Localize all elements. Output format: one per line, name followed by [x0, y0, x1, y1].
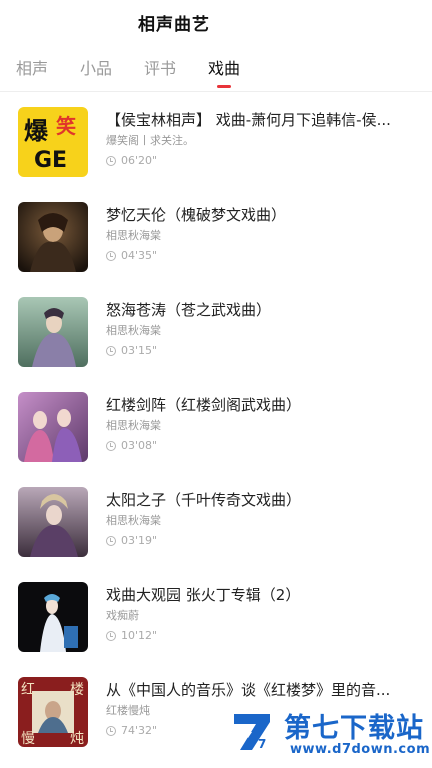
duration-text: 03'15" — [121, 344, 158, 357]
clock-icon — [106, 726, 116, 736]
site-logo-icon: 7 — [234, 714, 270, 751]
item-duration: 03'15" — [106, 344, 414, 358]
item-author: 戏痴蔚 — [106, 609, 139, 622]
item-author: 相思秋海棠 — [106, 514, 161, 527]
item-duration: 04'35" — [106, 249, 414, 263]
cover-text: 红 — [21, 682, 35, 698]
duration-text: 04'35" — [121, 249, 158, 262]
list-item[interactable]: 怒海苍涛（苍之武戏曲） 相思秋海棠 03'15" — [0, 284, 432, 379]
item-author: 相思秋海棠 — [106, 229, 161, 242]
page-title: 相声曲艺 — [138, 14, 210, 35]
watermark: 7 第七下载站 www.d7down.com — [228, 700, 430, 764]
list-item[interactable]: 爆 笑 GE 【侯宝林相声】 戏曲-萧何月下追韩信-侯... 爆笑阁丨求关注。 … — [0, 94, 432, 189]
duration-text: 74'32" — [121, 724, 158, 737]
clock-icon — [106, 441, 116, 451]
cover-text: 炖 — [70, 731, 84, 747]
clock-icon — [106, 251, 116, 261]
tab-xiaopin[interactable]: 小品 — [80, 55, 112, 91]
cover-text: 楼 — [70, 682, 84, 698]
item-title: 戏曲大观园 张火丁专辑（2） — [106, 586, 301, 604]
watermark-name: 第七下载站 — [284, 713, 424, 744]
item-author: 相思秋海棠 — [106, 419, 161, 432]
list-item[interactable]: 梦忆天伦（槐破梦文戏曲） 相思秋海棠 04'35" — [0, 189, 432, 284]
item-duration: 03'08" — [106, 439, 414, 453]
item-title: 红楼剑阵（红楼剑阁武戏曲） — [106, 396, 302, 414]
duration-text: 03'19" — [121, 534, 158, 547]
cover-text: GE — [34, 148, 67, 173]
item-author: 相思秋海棠 — [106, 324, 161, 337]
tab-pingshu[interactable]: 评书 — [144, 55, 176, 91]
duration-text: 06'20" — [121, 154, 158, 167]
album-cover: 红 楼 慢 炖 — [18, 677, 88, 747]
album-cover: 爆 笑 GE — [18, 107, 88, 177]
album-cover — [18, 487, 88, 557]
item-title: 怒海苍涛（苍之武戏曲） — [106, 301, 272, 319]
category-tabs: 相声 小品 评书 戏曲 — [0, 44, 432, 92]
album-cover — [18, 392, 88, 462]
app-header: 相声曲艺 — [0, 0, 432, 44]
logo-letter: 7 — [258, 737, 266, 751]
item-duration: 10'12" — [106, 629, 414, 643]
item-title: 太阳之子（千叶传奇文戏曲） — [106, 491, 302, 509]
item-title: 【侯宝林相声】 戏曲-萧何月下追韩信-侯... — [106, 111, 391, 129]
item-duration: 06'20" — [106, 154, 414, 168]
item-title: 梦忆天伦（槐破梦文戏曲） — [106, 206, 287, 224]
item-duration: 03'19" — [106, 534, 414, 548]
list-item[interactable]: 太阳之子（千叶传奇文戏曲） 相思秋海棠 03'19" — [0, 474, 432, 569]
duration-text: 10'12" — [121, 629, 158, 642]
item-title: 从《中国人的音乐》谈《红楼梦》里的音... — [106, 681, 391, 699]
cover-text: 慢 — [21, 730, 35, 747]
clock-icon — [106, 536, 116, 546]
clock-icon — [106, 346, 116, 356]
audio-list: 爆 笑 GE 【侯宝林相声】 戏曲-萧何月下追韩信-侯... 爆笑阁丨求关注。 … — [0, 92, 432, 759]
duration-text: 03'08" — [121, 439, 158, 452]
clock-icon — [106, 156, 116, 166]
tab-xiangsheng[interactable]: 相声 — [16, 55, 48, 91]
album-cover — [18, 202, 88, 272]
list-item[interactable]: 红楼剑阵（红楼剑阁武戏曲） 相思秋海棠 03'08" — [0, 379, 432, 474]
tab-xiqu[interactable]: 戏曲 — [208, 55, 240, 91]
cover-text: 笑 — [56, 114, 76, 138]
clock-icon — [106, 631, 116, 641]
album-cover — [18, 297, 88, 367]
item-author: 爆笑阁丨求关注。 — [106, 134, 194, 147]
list-item[interactable]: 戏曲大观园 张火丁专辑（2） 戏痴蔚 10'12" — [0, 569, 432, 664]
watermark-url: www.d7down.com — [290, 742, 431, 757]
cover-text: 爆 — [24, 117, 49, 145]
album-cover — [18, 582, 88, 652]
